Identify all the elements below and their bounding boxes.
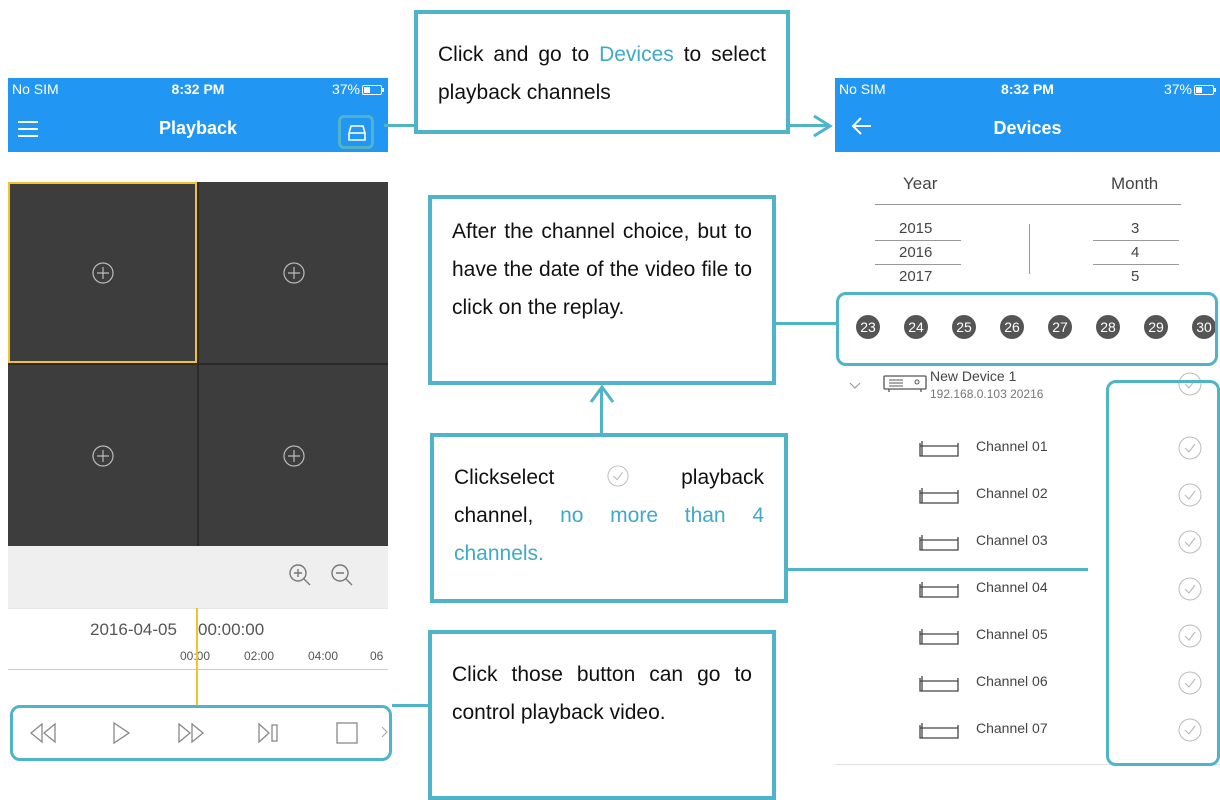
channel-label: Channel 06 (976, 673, 1048, 689)
callout-text: After the channel choice, but to have th… (452, 220, 752, 319)
check-circle-icon (607, 465, 629, 487)
battery-label: 37% (1163, 81, 1192, 97)
devices-navbar: No SIM 8:32 PM 37% Devices (835, 78, 1220, 152)
battery-icon (1194, 85, 1216, 96)
stop-icon[interactable] (335, 721, 359, 745)
clock-label: 8:32 PM (1001, 81, 1054, 97)
video-cell-2[interactable] (199, 182, 388, 363)
callout-date: After the channel choice, but to have th… (428, 195, 776, 385)
add-channel-icon (91, 261, 114, 284)
checkbox-column-highlight (1106, 380, 1220, 766)
callout-text: Click and go to (438, 43, 600, 66)
channel-icon (919, 629, 959, 645)
picker-line (875, 264, 961, 265)
picker-line (875, 240, 961, 241)
playback-timeline[interactable]: 2016-04-05 00:00:00 00:00 02:00 04:00 06 (8, 608, 388, 677)
chevron-down-icon[interactable] (849, 382, 861, 390)
video-grid (8, 182, 388, 546)
picker-divider (875, 204, 1181, 205)
channel-icon (919, 676, 959, 692)
year-option[interactable]: 2015 (899, 220, 932, 237)
arrow-right-icon (813, 114, 833, 138)
add-channel-icon (282, 261, 305, 284)
channel-icon (919, 441, 959, 457)
channel-label: Channel 05 (976, 626, 1048, 642)
dvr-device-icon (883, 375, 927, 392)
timeline-time: 00:00:00 (198, 620, 265, 639)
zoom-out-icon[interactable] (330, 563, 354, 587)
channel-icon (919, 582, 959, 598)
playback-controls (10, 705, 392, 761)
connector-line (776, 322, 836, 325)
playback-navbar: No SIM 8:32 PM 37% Playback (8, 78, 388, 152)
month-label: Month (1111, 174, 1159, 193)
callout-text: Click those button can go to control pla… (452, 663, 752, 724)
timeline-tick: 02:00 (244, 649, 275, 663)
page-title: Playback (158, 118, 238, 138)
timeline-tick: 06 (370, 649, 384, 663)
battery-label: 37% (331, 81, 360, 97)
picker-separator (1029, 224, 1030, 274)
timeline-date: 2016-04-05 (90, 620, 177, 639)
battery-icon (362, 85, 384, 96)
connector-line (392, 704, 430, 707)
device-name: New Device 1 (930, 368, 1017, 384)
status-bar: No SIM 8:32 PM 37% (8, 78, 388, 100)
channel-label: Channel 04 (976, 579, 1048, 595)
timeline-axis (8, 669, 388, 670)
channel-icon (919, 488, 959, 504)
callout-channels: Clickselect playback channel, no more th… (430, 433, 788, 603)
picker-line (1093, 264, 1179, 265)
status-bar: No SIM 8:32 PM 37% (835, 78, 1220, 100)
playback-screen: No SIM 8:32 PM 37% Playback 2016-04-05 0… (8, 78, 392, 768)
page-title: Devices (993, 118, 1062, 138)
channel-label: Channel 02 (976, 485, 1048, 501)
callout-devices: Click and go to Devices to select playba… (414, 10, 790, 134)
callout-controls: Click those button can go to control pla… (428, 630, 776, 800)
timeline-tick: 04:00 (308, 649, 339, 663)
month-option[interactable]: 3 (1131, 220, 1139, 237)
play-icon[interactable] (109, 721, 133, 745)
month-option[interactable]: 5 (1131, 268, 1139, 285)
arrow-up-icon (589, 384, 615, 403)
chevron-right-icon[interactable] (381, 726, 389, 738)
zoom-in-icon[interactable] (288, 563, 312, 587)
callout-text: Clickselect (454, 466, 555, 489)
picker-line (1093, 240, 1179, 241)
devices-button[interactable] (338, 115, 374, 149)
connector-line (788, 568, 1088, 571)
day-selector-highlight (836, 292, 1218, 366)
zoom-bar (8, 546, 388, 608)
year-label: Year (903, 174, 938, 193)
add-channel-icon (282, 444, 305, 467)
year-option-selected[interactable]: 2016 (899, 244, 932, 261)
rewind-icon[interactable] (29, 721, 57, 745)
battery-indicator: 37% (331, 81, 384, 97)
connector-line (384, 124, 414, 127)
battery-indicator: 37% (1163, 81, 1216, 97)
channel-label: Channel 03 (976, 532, 1048, 548)
video-cell-4[interactable] (199, 365, 388, 546)
channel-label: Channel 07 (976, 720, 1048, 736)
hard-drive-icon (348, 125, 366, 141)
video-cell-1[interactable] (8, 182, 197, 363)
fast-forward-icon[interactable] (177, 721, 205, 745)
channel-icon (919, 723, 959, 739)
next-frame-icon[interactable] (257, 721, 281, 745)
device-address: 192.168.0.103 20216 (930, 387, 1044, 401)
month-option-selected[interactable]: 4 (1131, 244, 1139, 261)
timeline-cursor[interactable] (196, 608, 198, 718)
channel-icon (919, 535, 959, 551)
year-option[interactable]: 2017 (899, 268, 932, 285)
callout-highlight: Devices (599, 43, 674, 66)
add-channel-icon (91, 444, 114, 467)
channel-label: Channel 01 (976, 438, 1048, 454)
video-cell-3[interactable] (8, 365, 197, 546)
